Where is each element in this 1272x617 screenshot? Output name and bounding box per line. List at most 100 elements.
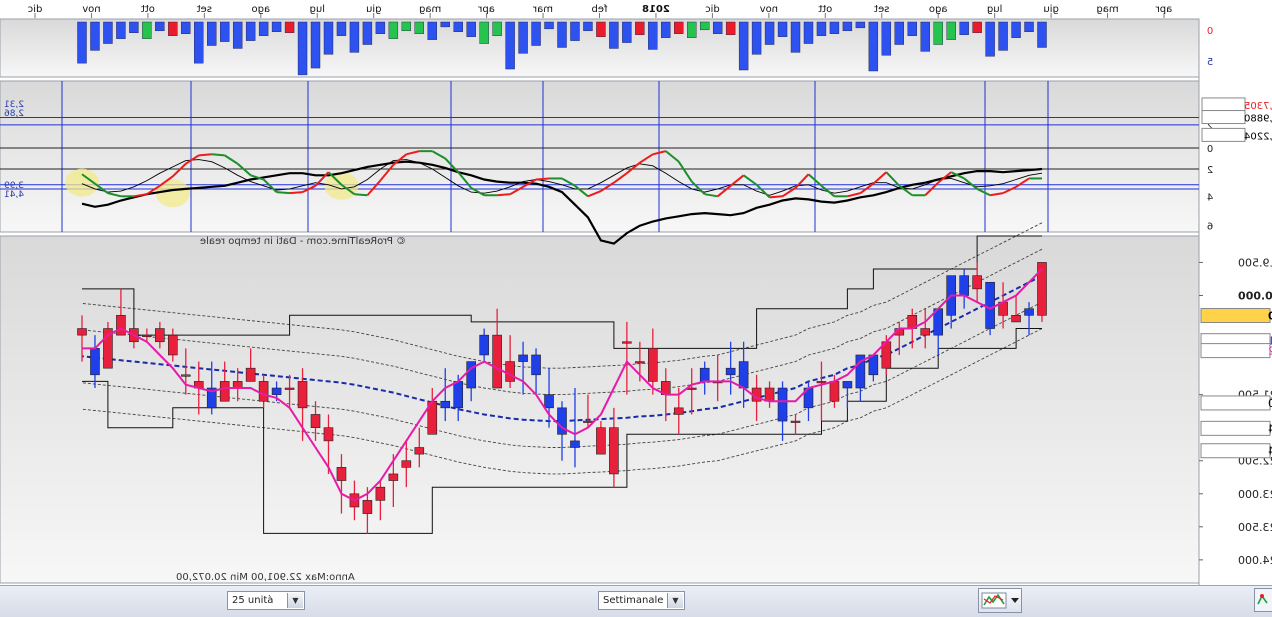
candle-body [699, 367, 710, 382]
units-select[interactable]: 25 unità ▼ [227, 591, 305, 610]
volume-bar [894, 21, 904, 45]
candle-body [622, 341, 632, 344]
volume-bar [220, 21, 230, 42]
volume-bar [181, 21, 191, 34]
candle-body [440, 400, 451, 409]
price-axis-label: 24.000 [1238, 554, 1272, 567]
candle-body [777, 387, 788, 422]
volume-scale-label: 5 [1207, 57, 1213, 68]
price-axis-label: 19.500 [1238, 256, 1272, 269]
dropdown-arrow-icon[interactable]: ▼ [287, 593, 303, 608]
candle-body [531, 354, 541, 376]
candle-body [635, 361, 645, 364]
volume-bar [816, 21, 827, 36]
drawing-tools-button[interactable] [978, 588, 1022, 613]
highlight-circle [155, 179, 190, 208]
candle-body [258, 381, 269, 402]
volume-bar [310, 21, 321, 69]
volume-bar [712, 21, 723, 34]
volume-bar [349, 21, 360, 53]
volume-bar [271, 21, 282, 33]
stochastic-segment [535, 177, 550, 181]
candle-body [544, 394, 554, 409]
oscillator-value-tag [1201, 127, 1246, 142]
candle-body [725, 367, 736, 376]
volume-bar [388, 21, 399, 39]
price-tag-text: 22.010,64 [1268, 422, 1272, 435]
candle-body [609, 427, 619, 475]
candle-body [284, 387, 295, 390]
volume-bar [544, 21, 554, 30]
timeline-strip [0, 0, 1272, 18]
stochastic-segment [289, 191, 303, 195]
volume-bar [129, 21, 139, 33]
candle-body [505, 361, 515, 382]
volume-bar [116, 21, 126, 39]
stochastic-segment [276, 191, 290, 195]
candle-body [297, 381, 308, 409]
volume-bar [531, 21, 541, 46]
month-label: feb [591, 4, 607, 15]
volume-bar [258, 21, 269, 36]
volume-bar [570, 21, 580, 41]
volume-bar [427, 21, 437, 40]
price-tag-text: 20.303,00 [1268, 310, 1272, 323]
price-axis-label: 23.000 [1238, 488, 1272, 501]
candle-body [219, 381, 230, 402]
candle-body [168, 334, 178, 356]
price-tag-box [1200, 443, 1271, 459]
candle-body [90, 348, 100, 376]
candle-body [375, 486, 386, 501]
volume-bar [453, 21, 463, 33]
candle-body [570, 440, 580, 448]
chart-root: apr mag giu lug ago set ott nov dic 2018 feb mar apr… [0, 0, 1272, 617]
volume-bar [168, 21, 178, 36]
month-label: mag [419, 4, 441, 15]
month-label: mar [532, 4, 553, 15]
volume-bar [1024, 21, 1034, 33]
candle-body [323, 427, 334, 442]
corner-tool-icon[interactable] [1254, 588, 1272, 612]
oscillator-value-text: 2,7305 [1244, 101, 1272, 112]
month-label: giu [366, 4, 381, 15]
timeframe-select[interactable]: Settimanale ▼ [598, 591, 685, 610]
volume-bar [700, 21, 710, 31]
volume-bar [790, 21, 801, 53]
volume-bar [103, 21, 113, 44]
month-label: apr [1155, 4, 1172, 15]
volume-bar [401, 21, 412, 32]
candle-body [155, 328, 165, 343]
volume-bar [245, 21, 256, 41]
volume-bar [946, 21, 956, 40]
volume-bar [751, 21, 762, 55]
volume-bar [466, 21, 476, 37]
candle-body [518, 354, 528, 362]
price-tag-box [1200, 308, 1271, 324]
volume-bar [881, 21, 892, 56]
volume-bar [855, 21, 866, 29]
volume-bar [1011, 21, 1021, 38]
volume-bar [77, 21, 87, 64]
oscillator-value-text: 1,9880 [1244, 114, 1272, 125]
candle-body [1024, 308, 1034, 316]
candle-body [453, 381, 464, 409]
stock-chart[interactable]: apr mag giu lug ago set ott nov dic 2018 feb mar apr… [0, 0, 1272, 616]
oscillator-value-text: -0,2204 [1244, 131, 1272, 142]
stochastic-segment [354, 193, 368, 197]
dropdown-arrow-icon[interactable]: ▼ [667, 593, 683, 608]
volume-scale-label: 0 [1207, 26, 1213, 37]
volume-bar [297, 21, 308, 76]
candle-body [842, 381, 853, 389]
volume-bar [842, 21, 853, 32]
volume-bar [479, 21, 489, 44]
volume-bar [336, 21, 347, 36]
volume-bar [155, 21, 165, 32]
volume-bar [90, 21, 100, 51]
candle-body [180, 374, 191, 377]
month-label: lug [987, 4, 1002, 15]
volume-bar [1037, 21, 1047, 48]
oscillator-left-label: 2,86 [4, 109, 24, 119]
volume-bar [492, 21, 502, 36]
volume-bar [920, 21, 930, 52]
candle-body [245, 367, 256, 382]
